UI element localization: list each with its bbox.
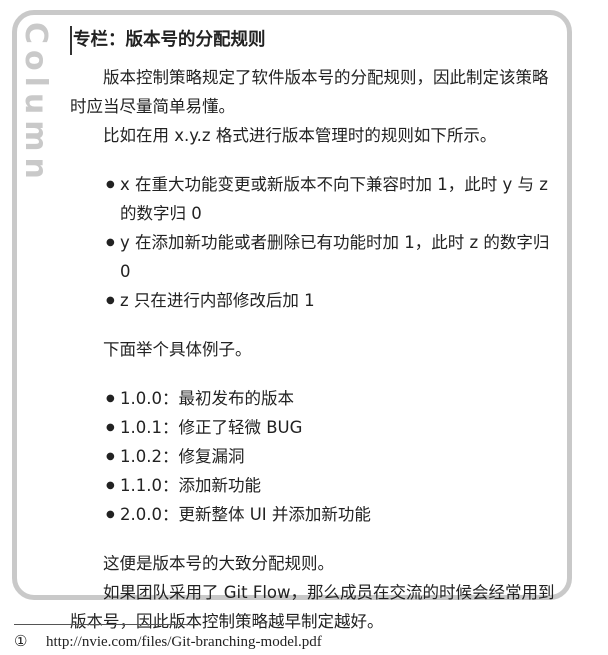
list-item: 1.0.0：最初发布的版本 xyxy=(106,384,564,413)
list-item: 1.0.1：修正了轻微 BUG xyxy=(106,413,564,442)
column-content: 专栏：版本号的分配规则 版本控制策略规定了软件版本号的分配规则，因此制定该策略时… xyxy=(70,26,564,636)
list-item: 1.1.0：添加新功能 xyxy=(106,471,564,500)
paragraph-1: 版本控制策略规定了软件版本号的分配规则，因此制定该策略时应当尽量简单易懂。 xyxy=(70,68,549,116)
list-item: 2.0.0：更新整体 UI 并添加新功能 xyxy=(106,500,564,529)
footnote-mark: ① xyxy=(14,634,28,650)
paragraph-4: 这便是版本号的大致分配规则。 xyxy=(103,554,334,573)
list-item: y 在添加新功能或者删除已有功能时加 1，此时 z 的数字归 0 xyxy=(106,228,564,286)
footnote: ① http://nvie.com/files/Git-branching-mod… xyxy=(14,632,322,651)
list-item: x 在重大功能变更或新版本不向下兼容时加 1，此时 y 与 z 的数字归 0 xyxy=(106,170,564,228)
footnote-divider xyxy=(14,624,194,625)
list-item: 1.0.2：修复漏洞 xyxy=(106,442,564,471)
column-title: 专栏：版本号的分配规则 xyxy=(70,26,564,55)
paragraph-5: 如果团队采用了 Git Flow，那么成员在交流的时候会经常用到版本号，因此版本… xyxy=(70,583,555,631)
rules-list: x 在重大功能变更或新版本不向下兼容时加 1，此时 y 与 z 的数字归 0 y… xyxy=(70,170,564,315)
footnote-link[interactable]: http://nvie.com/files/Git-branching-mode… xyxy=(46,634,322,650)
paragraph-3: 下面举个具体例子。 xyxy=(103,340,252,359)
paragraph-2: 比如在用 x.y.z 格式进行版本管理时的规则如下所示。 xyxy=(103,126,497,145)
examples-list: 1.0.0：最初发布的版本 1.0.1：修正了轻微 BUG 1.0.2：修复漏洞… xyxy=(70,384,564,529)
list-item: z 只在进行内部修改后加 1 xyxy=(106,286,564,315)
column-side-label: Column xyxy=(18,22,53,185)
